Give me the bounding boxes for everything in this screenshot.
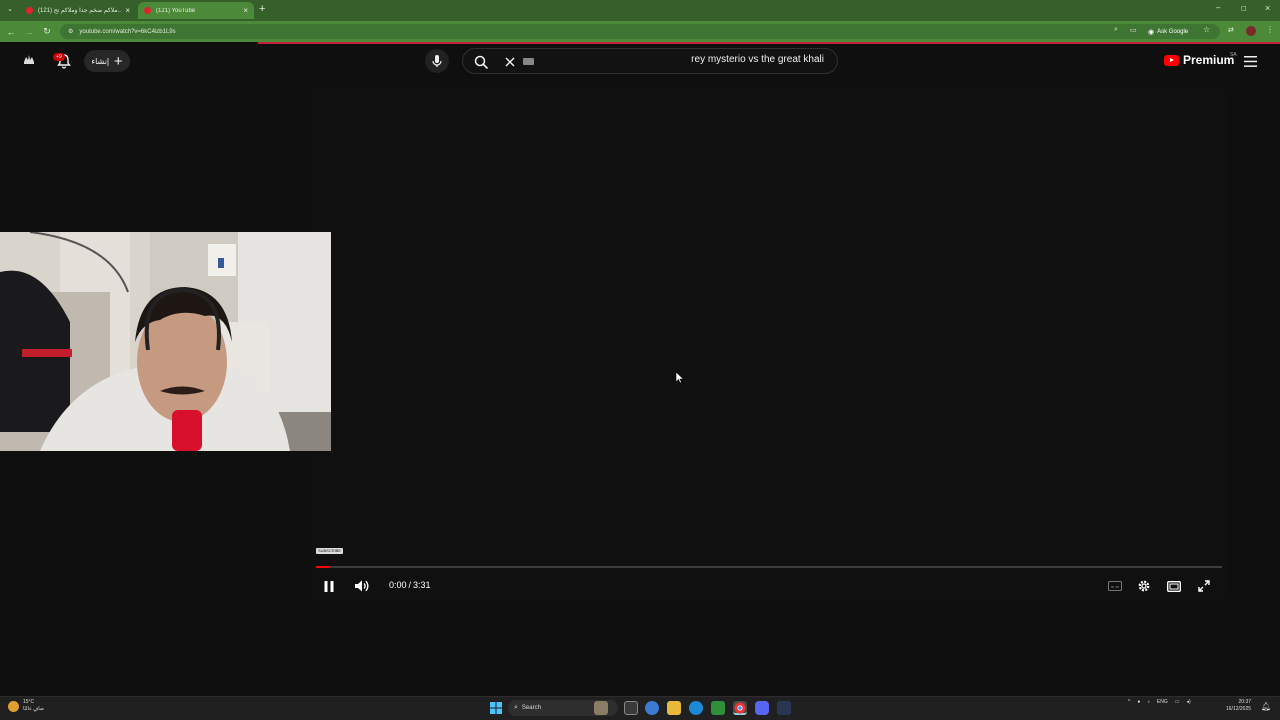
ask-google-button[interactable]: ◉ Ask Google — [1148, 25, 1188, 38]
windows-start-icon[interactable] — [490, 702, 502, 714]
browser-tab-1[interactable]: (121) ملاكم ضخم جدا وملاكم تح... × — [20, 2, 136, 19]
task-view-icon[interactable] — [624, 701, 638, 715]
time-separator: / — [408, 580, 412, 590]
tab-search-icon[interactable]: ⌄ — [4, 4, 16, 16]
speaker-icon[interactable]: ◂) — [1186, 699, 1190, 705]
search-highlight-icon[interactable] — [594, 701, 608, 715]
zoom-icon[interactable]: ⌕ — [1114, 26, 1118, 34]
restore-icon[interactable]: ◻ — [1241, 4, 1247, 12]
current-time: 0:00 — [389, 580, 407, 590]
mic-icon[interactable] — [425, 49, 449, 73]
avatar-icon[interactable] — [21, 52, 37, 68]
progress-bar[interactable] — [316, 566, 1222, 568]
fullscreen-icon[interactable] — [1196, 578, 1212, 594]
mouse-cursor-icon — [676, 372, 684, 384]
notification-badge: +9 — [53, 53, 65, 61]
youtube-favicon-icon — [26, 7, 33, 14]
duration: 3:31 — [413, 580, 431, 590]
store-icon[interactable] — [711, 701, 725, 715]
pause-icon[interactable] — [321, 578, 337, 594]
bookmark-star-icon[interactable]: ☆ — [1203, 25, 1210, 34]
notifications-icon[interactable]: 🔔︎ — [1261, 702, 1271, 711]
lens-icon: ◉ — [1148, 28, 1155, 36]
tray-chevron-icon[interactable]: ^ — [1128, 699, 1130, 705]
copilot-icon[interactable] — [645, 701, 659, 715]
tray-mic-icon[interactable]: ♪ — [1147, 699, 1150, 705]
keyboard-icon[interactable] — [523, 58, 534, 65]
youtube-favicon-icon — [144, 7, 151, 14]
clear-icon[interactable] — [503, 55, 517, 69]
country-code: SA — [1230, 52, 1237, 58]
back-icon[interactable]: ← — [5, 21, 17, 42]
weather-desc: صافٍ غالبًا — [23, 706, 45, 712]
clock-date: 16/12/2025 — [1226, 706, 1252, 712]
minimize-icon[interactable]: – — [1216, 3, 1220, 12]
language-indicator[interactable]: ENG — [1157, 699, 1168, 705]
browser-tab-2[interactable]: (121) YouTube × — [138, 2, 254, 19]
page-load-bar — [258, 42, 1280, 44]
search-icon[interactable] — [472, 53, 490, 71]
forward-icon[interactable]: → — [23, 21, 35, 42]
youtube-logo-icon — [1164, 54, 1179, 66]
tab-title: (121) ملاكم ضخم جدا وملاكم تح... — [38, 8, 121, 14]
browser-tab-strip: ⌄ (121) ملاكم ضخم جدا وملاكم تح... × (12… — [0, 0, 1280, 21]
search-input[interactable]: rey mysterio vs the great khali — [560, 54, 824, 65]
close-tab-icon[interactable]: × — [125, 6, 130, 15]
chrome-icon[interactable] — [733, 701, 747, 715]
system-tray: ^ ● ♪ ENG ▭ ◂) — [1128, 699, 1191, 705]
file-explorer-icon[interactable] — [667, 701, 681, 715]
progress-played — [316, 566, 331, 568]
profile-avatar[interactable] — [1246, 26, 1256, 36]
youtube-premium-logo[interactable]: Premium — [1164, 53, 1234, 67]
video-player[interactable] — [310, 86, 1228, 603]
new-tab-icon[interactable]: + — [259, 3, 265, 15]
create-label: إنشاء — [91, 56, 110, 66]
taskbar-search-label: Search — [521, 705, 541, 711]
clock-time: 20:37 — [1238, 699, 1252, 705]
extension-icon[interactable]: ⇄ — [1228, 26, 1234, 34]
menu-icon[interactable] — [1242, 53, 1258, 69]
settings-icon[interactable] — [1136, 578, 1152, 594]
captions-icon[interactable] — [1107, 580, 1122, 592]
url-text: youtube.com/watch?v=6kC4izb1L9s — [79, 28, 176, 35]
webcam-overlay — [0, 232, 331, 451]
windows-taskbar — [0, 696, 1280, 720]
weather-icon — [8, 700, 19, 712]
tab-title: (121) YouTube — [156, 7, 196, 14]
close-window-icon[interactable]: × — [1265, 3, 1270, 13]
taskbar-clock[interactable]: 20:37 16/12/2025 — [1226, 699, 1251, 713]
search-icon: ⌕ — [514, 704, 518, 711]
network-icon[interactable]: ▭ — [1175, 699, 1180, 705]
site-info-icon[interactable]: ⚙ — [68, 28, 73, 35]
theater-icon[interactable] — [1166, 578, 1182, 594]
subscribe-overlay[interactable]: SUBSCRIBE — [316, 548, 343, 554]
volume-icon[interactable] — [353, 577, 371, 595]
plus-icon: + — [113, 52, 123, 70]
edge-icon[interactable] — [689, 701, 703, 715]
tray-app-icon[interactable]: ● — [1137, 699, 1140, 705]
cast-icon[interactable]: ▭ — [1130, 26, 1137, 34]
address-bar[interactable]: ⚙ youtube.com/watch?v=6kC4izb1L9s — [60, 24, 1220, 39]
browser-toolbar: ← → ↻ ⚙ youtube.com/watch?v=6kC4izb1L9s … — [0, 21, 1280, 42]
create-button[interactable]: إنشاء + — [84, 50, 130, 72]
premium-label: Premium — [1183, 53, 1235, 67]
reload-icon[interactable]: ↻ — [41, 21, 53, 42]
ask-google-label: Ask Google — [1157, 28, 1189, 35]
weather-widget[interactable]: 15°C صافٍ غالبًا — [8, 699, 44, 713]
steam-icon[interactable] — [777, 701, 791, 715]
close-tab-icon[interactable]: × — [243, 6, 248, 15]
browser-menu-icon[interactable]: ⋮ — [1266, 25, 1274, 34]
weather-temp: 15°C — [23, 699, 35, 705]
discord-icon[interactable] — [755, 701, 769, 715]
time-display: 0:00/3:31 — [389, 580, 431, 590]
